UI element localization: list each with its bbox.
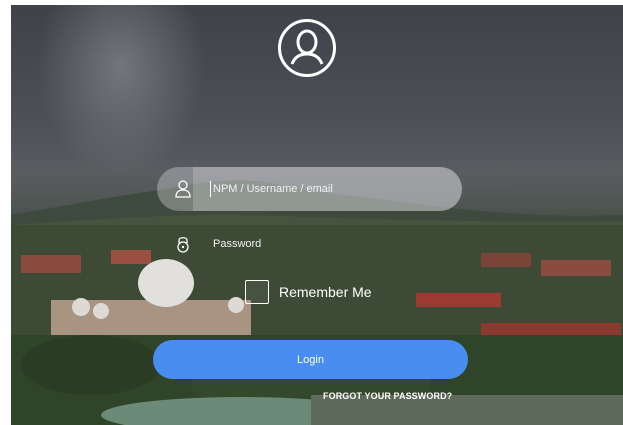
remember-me-label[interactable]: Remember Me xyxy=(279,284,372,300)
text-cursor xyxy=(210,181,211,197)
login-background: Remember Me Login FORGOT YOUR PASSWORD? xyxy=(11,5,623,425)
remember-me-checkbox[interactable] xyxy=(245,280,269,304)
remember-me-row[interactable]: Remember Me xyxy=(245,278,372,306)
lock-icon xyxy=(177,237,189,253)
user-icon xyxy=(175,180,191,198)
user-avatar-icon xyxy=(278,19,336,77)
forgot-password-link[interactable]: FORGOT YOUR PASSWORD? xyxy=(323,391,452,401)
password-field[interactable] xyxy=(157,222,462,266)
password-input[interactable] xyxy=(213,222,453,266)
login-button[interactable]: Login xyxy=(153,340,468,379)
username-input[interactable] xyxy=(213,167,453,211)
username-field[interactable] xyxy=(157,167,462,211)
